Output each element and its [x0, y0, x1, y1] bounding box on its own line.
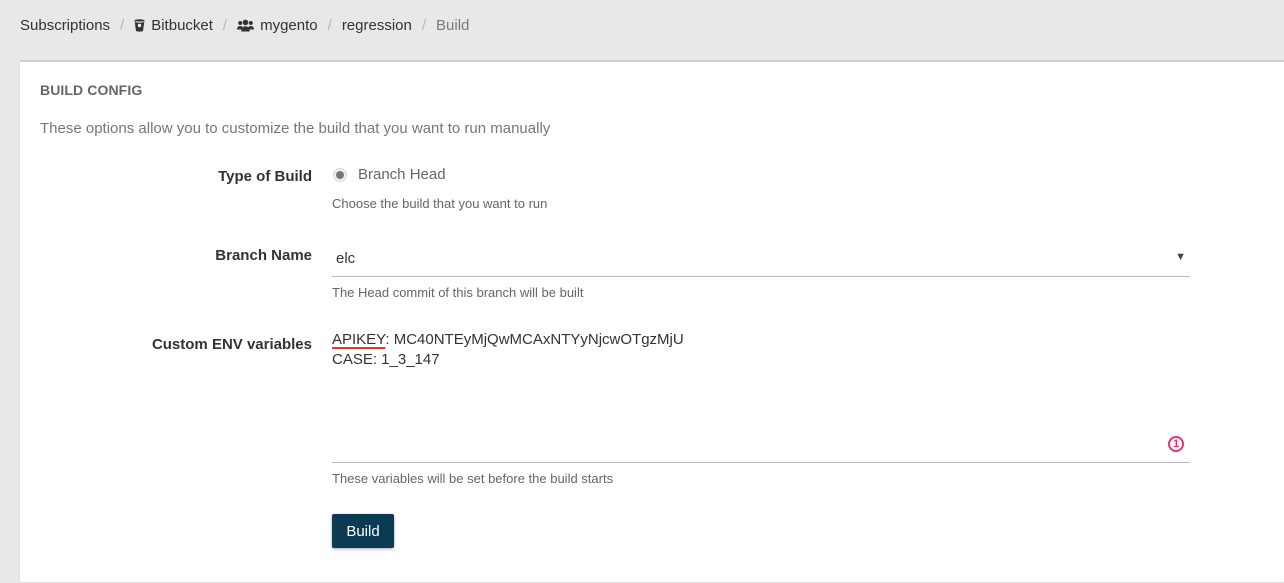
bitbucket-icon: [134, 18, 145, 32]
branch-name-label: Branch Name: [215, 247, 312, 264]
env-line-2: CASE: 1_3_147: [332, 351, 440, 368]
env-line-1: APIKEY: MC40NTEyMjQwMCAxNTYyNjcwOTgzMjU: [332, 330, 1190, 350]
branch-name-help: The Head commit of this branch will be b…: [332, 285, 584, 300]
env-variables-help: These variables will be set before the b…: [332, 471, 614, 486]
type-of-build-help: Choose the build that you want to run: [332, 196, 548, 211]
breadcrumb: Subscriptions / Bitbucket / mygento / re…: [20, 15, 469, 35]
radio-button[interactable]: [333, 167, 347, 182]
build-button[interactable]: Build: [332, 514, 394, 548]
breadcrumb-separator: /: [421, 16, 427, 34]
branch-head-radio[interactable]: Branch Head: [333, 166, 446, 183]
branch-name-value: elc: [336, 250, 356, 267]
breadcrumb-mygento-label: mygento: [260, 16, 318, 34]
dropdown-arrow-icon: ▼: [1175, 251, 1186, 263]
env-key-apikey: APIKEY: [332, 331, 386, 348]
breadcrumb-bitbucket[interactable]: Bitbucket: [134, 17, 213, 34]
breadcrumb-separator: /: [222, 16, 228, 34]
breadcrumb-bitbucket-label: Bitbucket: [151, 16, 213, 34]
breadcrumb-build: Build: [436, 16, 470, 34]
branch-name-select[interactable]: elc ▼: [332, 242, 1190, 277]
build-config-card: BUILD CONFIG These options allow you to …: [20, 60, 1284, 582]
card-title: BUILD CONFIG: [40, 82, 143, 98]
env-value-apikey: : MC40NTEyMjQwMCAxNTYyNjcwOTgzMjU: [385, 331, 684, 348]
breadcrumb-separator: /: [120, 16, 125, 34]
breadcrumb-regression[interactable]: regression: [342, 17, 412, 34]
breadcrumb-mygento[interactable]: mygento: [237, 17, 318, 34]
breadcrumb-subscriptions[interactable]: Subscriptions: [20, 17, 110, 34]
branch-head-label: Branch Head: [358, 166, 446, 183]
breadcrumb-separator: /: [327, 16, 332, 34]
users-icon: [237, 19, 255, 31]
card-description: These options allow you to customize the…: [40, 120, 551, 137]
type-of-build-label: Type of Build: [218, 168, 312, 185]
env-variables-label: Custom ENV variables: [151, 336, 312, 353]
error-count-icon[interactable]: 1: [1168, 436, 1184, 452]
env-variables-textarea[interactable]: APIKEY: MC40NTEyMjQwMCAxNTYyNjcwOTgzMjU …: [332, 330, 1190, 463]
